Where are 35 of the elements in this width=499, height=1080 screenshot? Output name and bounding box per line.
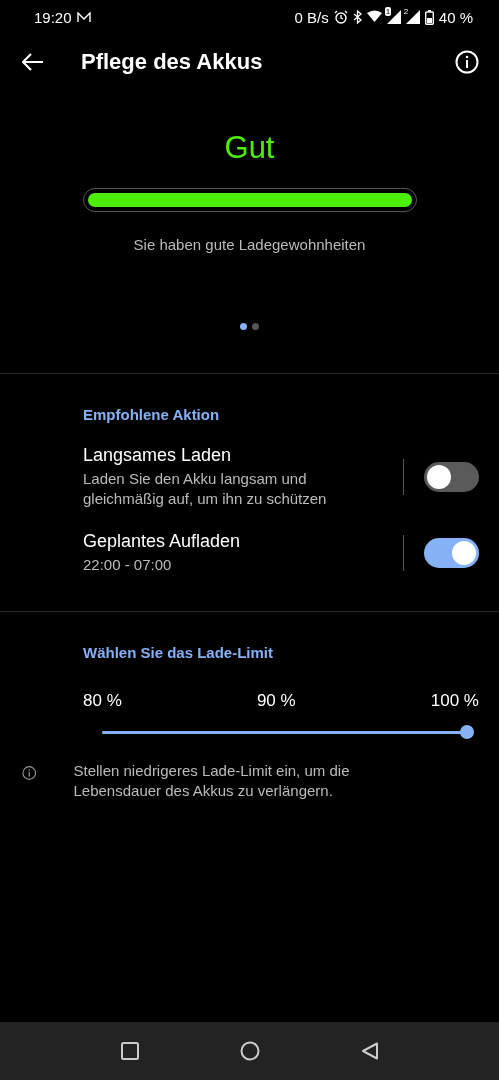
setting-description: 22:00 - 07:00 <box>83 555 173 575</box>
section-header: Wählen Sie das Lade-Limit <box>82 643 275 661</box>
battery-health-status: Gut <box>224 130 275 166</box>
slider-thumb[interactable] <box>460 725 474 739</box>
back-icon[interactable] <box>360 1042 379 1060</box>
recents-icon[interactable] <box>120 1042 139 1060</box>
toggle-switch[interactable] <box>424 538 479 568</box>
page-indicator-dot[interactable] <box>240 323 247 330</box>
bluetooth-icon <box>352 10 362 24</box>
sim-number: 2 <box>403 7 409 16</box>
page-title: Pflege des Akkus <box>81 49 263 75</box>
limit-label: 90 % <box>256 691 296 711</box>
setting-title: Langsames Laden <box>83 445 233 466</box>
limit-label: 80 % <box>83 691 122 711</box>
setting-title: Geplantes Aufladen <box>83 531 242 552</box>
mail-icon <box>76 11 91 23</box>
info-icon[interactable] <box>455 50 479 74</box>
network-speed: 0 B/s <box>294 8 329 26</box>
wifi-icon <box>366 10 382 24</box>
home-icon[interactable] <box>239 1041 260 1061</box>
alarm-icon <box>333 10 348 24</box>
health-message: Sie haben gute Ladegewohnheiten <box>133 236 366 253</box>
toggle-switch[interactable] <box>424 462 479 492</box>
setting-description: Laden Sie den Akku langsam und gleichmäßig auf, um ihn zu schützen <box>83 469 328 509</box>
status-time: 19:20 <box>34 8 72 26</box>
battery-percentage: 40 % <box>438 8 473 26</box>
page-indicator-dot[interactable] <box>252 323 259 330</box>
limit-label: 100 % <box>430 691 479 711</box>
section-header: Empfohlene Aktion <box>82 405 221 423</box>
back-arrow-icon[interactable] <box>22 53 44 71</box>
battery-icon <box>424 9 434 25</box>
signal-icon <box>405 10 420 24</box>
limit-note: Stellen niedrigeres Lade-Limit ein, um die Lebensdauer des Akkus zu verlängern. <box>73 761 351 801</box>
sim-number: 1 <box>384 7 392 16</box>
signal-icon <box>386 10 401 24</box>
